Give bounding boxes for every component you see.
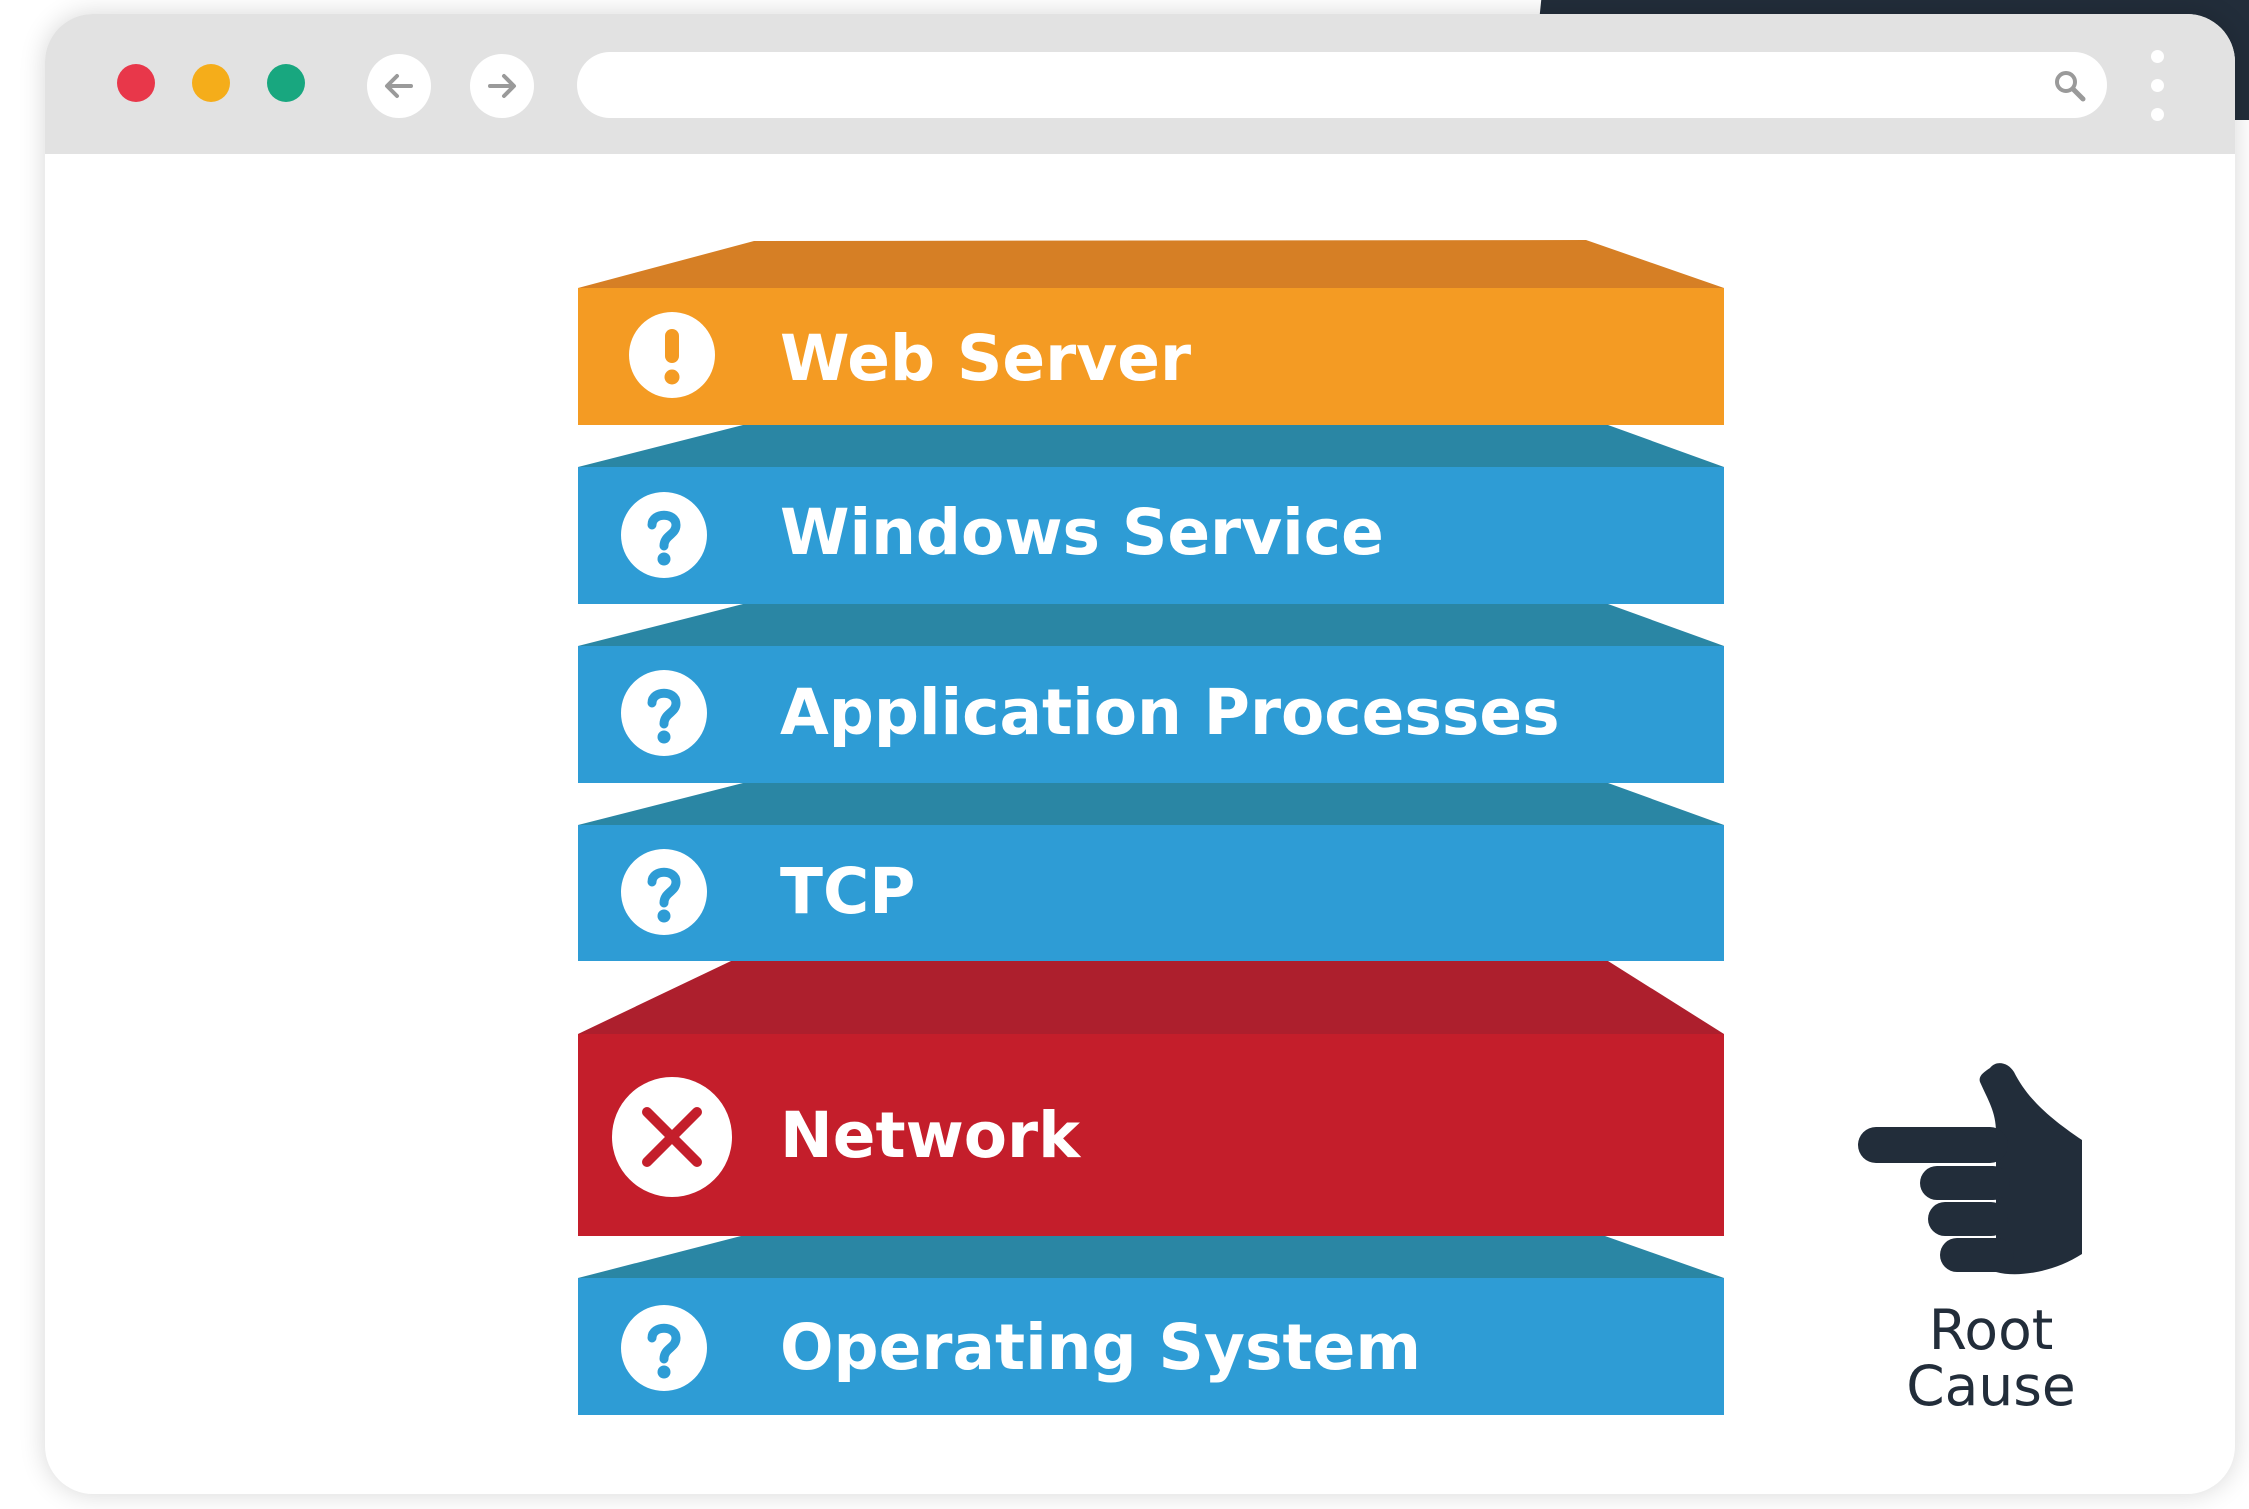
layer-network[interactable] — [578, 961, 1724, 1236]
layer-tcp[interactable] — [578, 783, 1724, 961]
exclamation-icon — [629, 312, 715, 398]
layer-label-application-processes: Application Processes — [780, 676, 1560, 749]
layer-operating-system-top — [578, 1236, 1724, 1278]
layer-tcp-top — [578, 783, 1724, 825]
x-icon — [612, 1077, 732, 1197]
layer-tcp-face — [578, 825, 1724, 961]
question-icon — [621, 849, 707, 935]
layer-network-face — [578, 1034, 1724, 1236]
root-cause-label: Root Cause — [1858, 1302, 2124, 1414]
layer-web-server-top — [578, 240, 1724, 288]
root-cause-line1: Root — [1928, 1298, 2054, 1362]
layer-label-network: Network — [780, 1099, 1081, 1172]
layer-label-windows-service: Windows Service — [780, 496, 1384, 569]
question-icon — [621, 670, 707, 756]
layer-label-operating-system: Operating System — [780, 1311, 1421, 1384]
root-cause-line2: Cause — [1906, 1354, 2076, 1418]
layer-network-top — [578, 961, 1724, 1034]
question-icon — [621, 492, 707, 578]
layer-application-processes-top — [578, 604, 1724, 646]
layer-stack — [578, 240, 1724, 1415]
question-icon — [621, 1305, 707, 1391]
layer-windows-service-top — [578, 425, 1724, 467]
layer-label-web-server: Web Server — [780, 322, 1192, 395]
pointing-hand-icon — [1858, 1063, 2082, 1275]
layer-label-tcp: TCP — [780, 855, 916, 928]
